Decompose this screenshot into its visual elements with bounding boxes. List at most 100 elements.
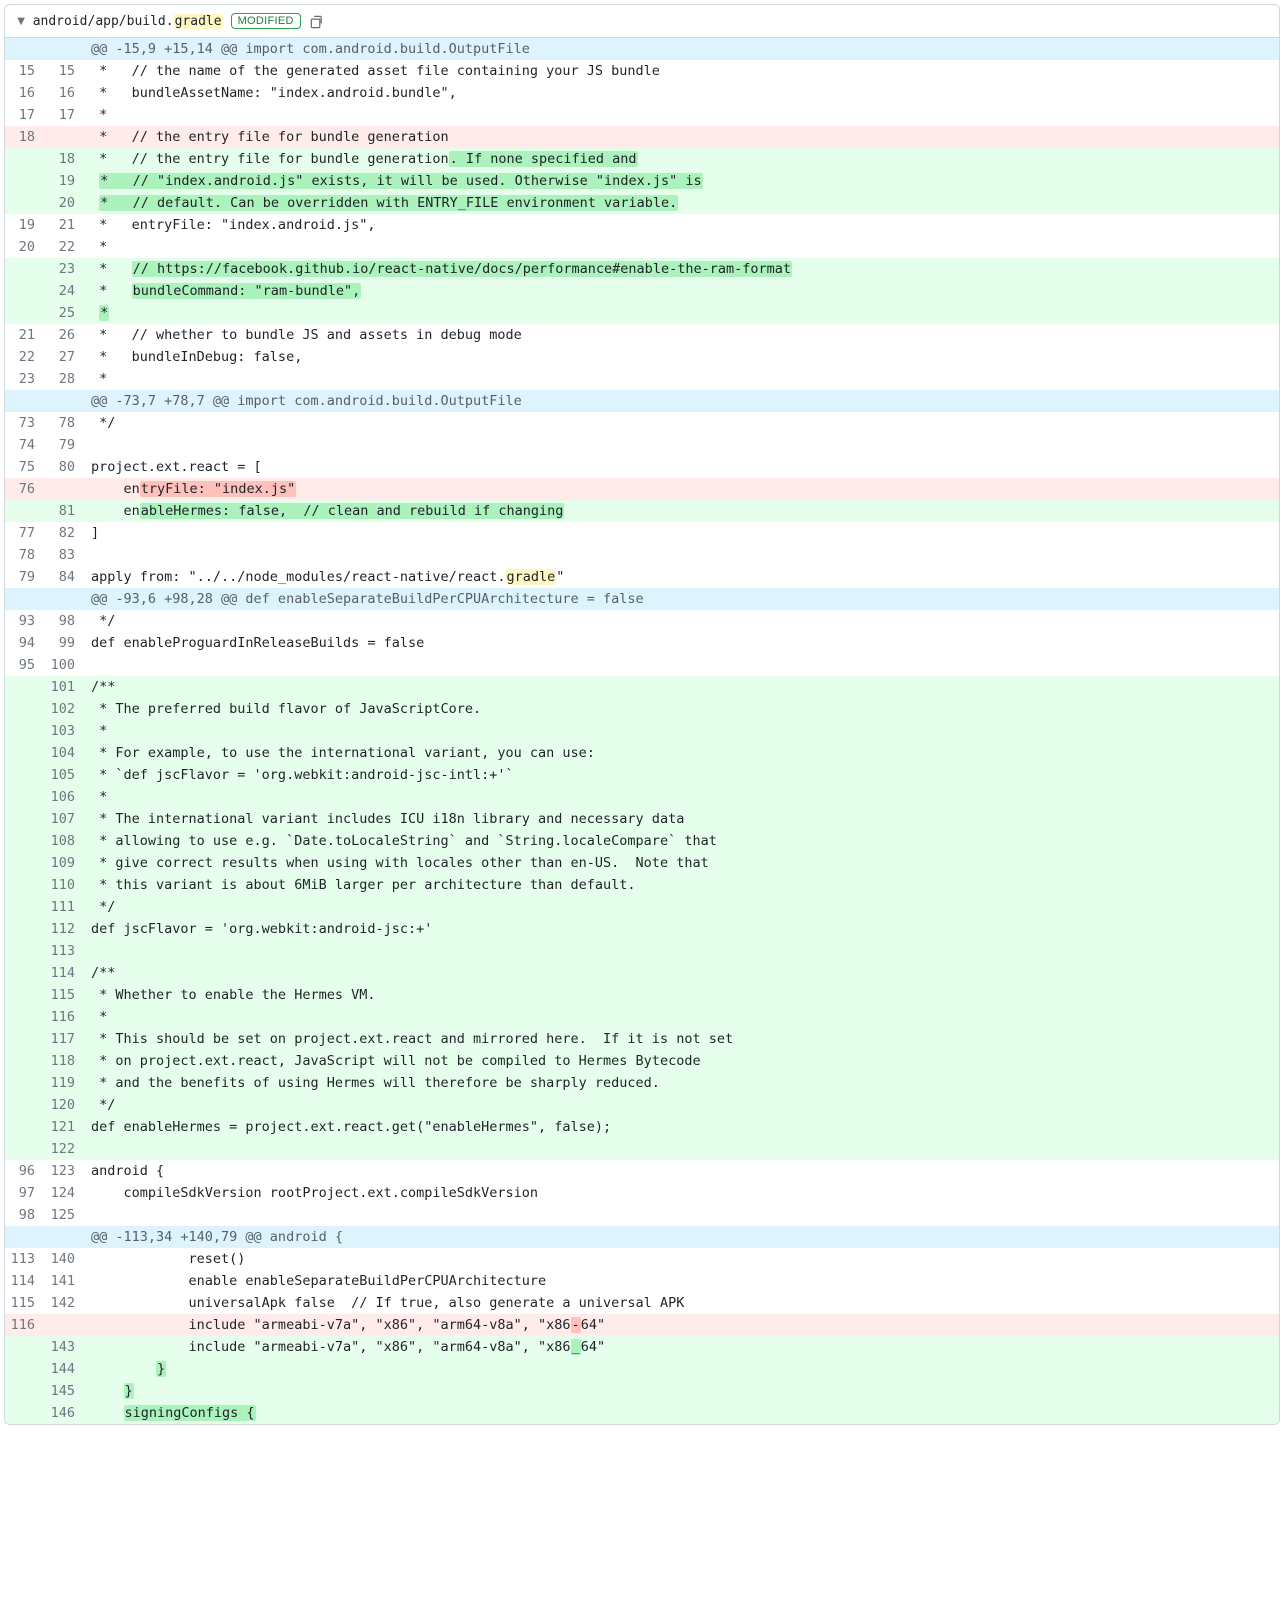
- line-num-new[interactable]: 25: [45, 302, 85, 324]
- line-num-new[interactable]: 16: [45, 82, 85, 104]
- line-num-new[interactable]: 117: [45, 1028, 85, 1050]
- line-num-new[interactable]: 112: [45, 918, 85, 940]
- line-num-new[interactable]: 141: [45, 1270, 85, 1292]
- line-num-new[interactable]: 143: [45, 1336, 85, 1358]
- line-num-old[interactable]: [5, 1072, 45, 1094]
- line-num-new[interactable]: 119: [45, 1072, 85, 1094]
- line-num-old[interactable]: [5, 1358, 45, 1380]
- line-num-new[interactable]: [45, 1314, 85, 1336]
- line-num-old[interactable]: [5, 918, 45, 940]
- line-num-new[interactable]: 21: [45, 214, 85, 236]
- line-num-old[interactable]: [5, 1116, 45, 1138]
- line-num-old[interactable]: 16: [5, 82, 45, 104]
- line-num-new[interactable]: 105: [45, 764, 85, 786]
- line-num-old[interactable]: [5, 676, 45, 698]
- line-num-old[interactable]: [5, 1006, 45, 1028]
- line-num-old[interactable]: 95: [5, 654, 45, 676]
- line-num-new[interactable]: 24: [45, 280, 85, 302]
- line-num-new[interactable]: 78: [45, 412, 85, 434]
- line-num-new[interactable]: 104: [45, 742, 85, 764]
- line-num-old[interactable]: 75: [5, 456, 45, 478]
- line-num-new[interactable]: 116: [45, 1006, 85, 1028]
- line-num-new[interactable]: 15: [45, 60, 85, 82]
- line-num-new[interactable]: 98: [45, 610, 85, 632]
- line-num-new[interactable]: 80: [45, 456, 85, 478]
- line-num-old[interactable]: [5, 830, 45, 852]
- line-num-new[interactable]: 118: [45, 1050, 85, 1072]
- line-num-new[interactable]: 122: [45, 1138, 85, 1160]
- line-num-old[interactable]: [5, 786, 45, 808]
- file-path[interactable]: android/app/build.gradle: [33, 14, 223, 29]
- line-num-new[interactable]: 113: [45, 940, 85, 962]
- line-num-old[interactable]: [5, 148, 45, 170]
- line-num-old[interactable]: 77: [5, 522, 45, 544]
- line-num-new[interactable]: 79: [45, 434, 85, 456]
- line-num-old[interactable]: [5, 258, 45, 280]
- line-num-new[interactable]: 114: [45, 962, 85, 984]
- line-num-old[interactable]: [5, 1380, 45, 1402]
- chevron-down-icon[interactable]: ▶: [15, 17, 26, 25]
- line-num-new[interactable]: 121: [45, 1116, 85, 1138]
- line-num-new[interactable]: 111: [45, 896, 85, 918]
- line-num-new[interactable]: 144: [45, 1358, 85, 1380]
- line-num-old[interactable]: 76: [5, 478, 45, 500]
- line-num-old[interactable]: [5, 852, 45, 874]
- line-num-old[interactable]: [5, 1402, 45, 1424]
- line-num-new[interactable]: 102: [45, 698, 85, 720]
- line-num-new[interactable]: 19: [45, 170, 85, 192]
- line-num-new[interactable]: 17: [45, 104, 85, 126]
- line-num-new[interactable]: 123: [45, 1160, 85, 1182]
- line-num-old[interactable]: [5, 764, 45, 786]
- line-num-old[interactable]: [5, 874, 45, 896]
- line-num-new[interactable]: 115: [45, 984, 85, 1006]
- line-num-new[interactable]: 82: [45, 522, 85, 544]
- line-num-new[interactable]: 20: [45, 192, 85, 214]
- line-num-old[interactable]: [5, 1336, 45, 1358]
- line-num-old[interactable]: [5, 940, 45, 962]
- line-num-new[interactable]: 99: [45, 632, 85, 654]
- line-num-new[interactable]: 106: [45, 786, 85, 808]
- line-num-new[interactable]: 84: [45, 566, 85, 588]
- hunk-header[interactable]: @@ -73,7 +78,7 @@ import com.android.bui…: [5, 390, 1279, 412]
- line-num-old[interactable]: 113: [5, 1248, 45, 1270]
- line-num-old[interactable]: 21: [5, 324, 45, 346]
- line-num-new[interactable]: 23: [45, 258, 85, 280]
- line-num-old[interactable]: [5, 720, 45, 742]
- line-num-new[interactable]: 18: [45, 148, 85, 170]
- line-num-old[interactable]: 18: [5, 126, 45, 148]
- line-num-old[interactable]: [5, 962, 45, 984]
- line-num-old[interactable]: [5, 280, 45, 302]
- line-num-old[interactable]: 114: [5, 1270, 45, 1292]
- line-num-old[interactable]: 20: [5, 236, 45, 258]
- line-num-new[interactable]: 22: [45, 236, 85, 258]
- copy-icon[interactable]: [309, 14, 324, 29]
- line-num-old[interactable]: 115: [5, 1292, 45, 1314]
- line-num-old[interactable]: [5, 698, 45, 720]
- line-num-old[interactable]: [5, 500, 45, 522]
- line-num-old[interactable]: [5, 192, 45, 214]
- line-num-old[interactable]: 23: [5, 368, 45, 390]
- line-num-old[interactable]: 15: [5, 60, 45, 82]
- line-num-old[interactable]: [5, 808, 45, 830]
- line-num-new[interactable]: 81: [45, 500, 85, 522]
- line-num-new[interactable]: 110: [45, 874, 85, 896]
- line-num-new[interactable]: 108: [45, 830, 85, 852]
- line-num-old[interactable]: [5, 1094, 45, 1116]
- line-num-old[interactable]: [5, 302, 45, 324]
- line-num-new[interactable]: 27: [45, 346, 85, 368]
- line-num-new[interactable]: 145: [45, 1380, 85, 1402]
- line-num-old[interactable]: 97: [5, 1182, 45, 1204]
- line-num-new[interactable]: 146: [45, 1402, 85, 1424]
- line-num-old[interactable]: 78: [5, 544, 45, 566]
- line-num-new[interactable]: 100: [45, 654, 85, 676]
- hunk-header[interactable]: @@ -15,9 +15,14 @@ import com.android.bu…: [5, 38, 1279, 60]
- line-num-old[interactable]: 98: [5, 1204, 45, 1226]
- line-num-new[interactable]: 26: [45, 324, 85, 346]
- line-num-new[interactable]: [45, 478, 85, 500]
- line-num-new[interactable]: 103: [45, 720, 85, 742]
- line-num-new[interactable]: 120: [45, 1094, 85, 1116]
- line-num-old[interactable]: [5, 170, 45, 192]
- line-num-old[interactable]: 17: [5, 104, 45, 126]
- line-num-new[interactable]: [45, 126, 85, 148]
- line-num-new[interactable]: 107: [45, 808, 85, 830]
